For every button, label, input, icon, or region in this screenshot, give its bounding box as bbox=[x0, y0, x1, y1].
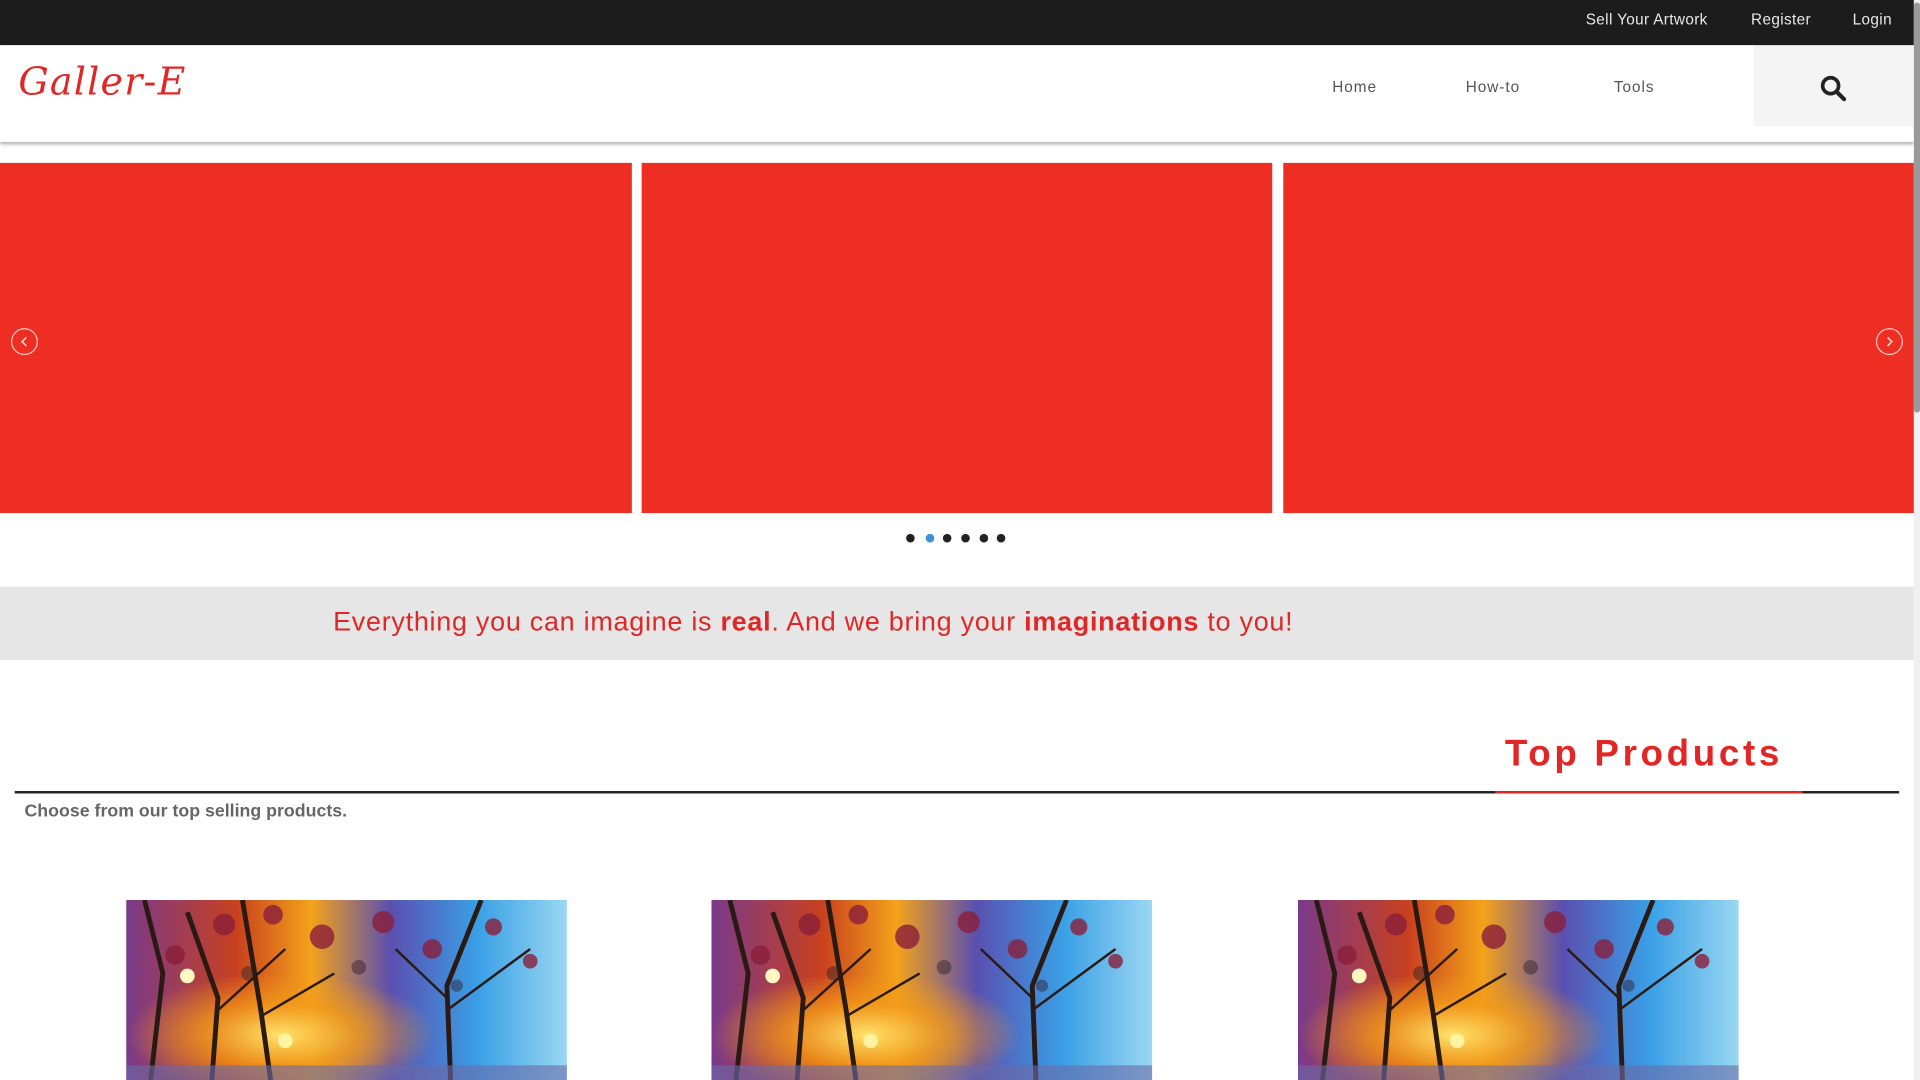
section-divider-accent bbox=[1495, 791, 1803, 794]
carousel-slide[interactable] bbox=[1283, 162, 1914, 514]
header-navbar: Galler-E Home How-to Tools bbox=[1, 45, 1754, 127]
nav-item-tools[interactable]: Tools bbox=[1614, 78, 1655, 95]
search-button[interactable] bbox=[1753, 45, 1914, 127]
nav-item-how-to[interactable]: How-to bbox=[1466, 78, 1520, 95]
top-utility-bar: Sell Your Artwork Register Login bbox=[0, 0, 1914, 46]
sell-your-artwork-link[interactable]: Sell Your Artwork bbox=[1586, 11, 1708, 28]
page-canvas: Sell Your Artwork Register Login Galler-… bbox=[0, 0, 1920, 1080]
tagline-emphasis-imaginations: imaginations bbox=[1024, 606, 1200, 637]
main-header: Galler-E Home How-to Tools bbox=[0, 45, 1914, 143]
tagline-text: Everything you can imagine is real. And … bbox=[333, 606, 1293, 638]
tagline-part: . And we bring your bbox=[771, 606, 1025, 637]
tagline-part: to you! bbox=[1199, 606, 1294, 637]
product-image bbox=[711, 900, 1153, 1080]
chevron-right-icon bbox=[1887, 336, 1893, 347]
product-image bbox=[126, 900, 567, 1080]
tagline-part: Everything you can imagine is bbox=[333, 606, 721, 637]
vertical-scrollbar-thumb[interactable] bbox=[1913, 2, 1920, 413]
carousel-dot[interactable] bbox=[961, 533, 970, 543]
chevron-left-icon bbox=[20, 336, 27, 347]
login-link[interactable]: Login bbox=[1853, 11, 1892, 28]
carousel-next-button[interactable] bbox=[1875, 328, 1903, 356]
carousel-dot-active[interactable] bbox=[925, 533, 935, 543]
carousel-dot[interactable] bbox=[942, 533, 952, 543]
page: Sell Your Artwork Register Login Galler-… bbox=[0, 0, 1920, 1080]
carousel-dot[interactable] bbox=[979, 533, 989, 543]
carousel-slide[interactable] bbox=[641, 162, 1273, 514]
carousel-slide[interactable] bbox=[0, 162, 632, 514]
product-card[interactable] bbox=[126, 900, 567, 1080]
hero-carousel bbox=[0, 162, 1914, 514]
nav-item-home[interactable]: Home bbox=[1332, 78, 1377, 95]
product-card[interactable] bbox=[1297, 900, 1739, 1080]
carousel-dot[interactable] bbox=[906, 533, 915, 543]
carousel-prev-button[interactable] bbox=[11, 328, 38, 356]
site-logo[interactable]: Galler-E bbox=[18, 60, 186, 104]
register-link[interactable]: Register bbox=[1751, 11, 1811, 28]
tagline-banner: Everything you can imagine is real. And … bbox=[0, 586, 1914, 661]
product-card[interactable] bbox=[711, 900, 1153, 1080]
search-icon bbox=[1820, 75, 1847, 102]
section-subtitle: Choose from our top selling products. bbox=[24, 802, 348, 822]
section-title: Top Products bbox=[1504, 733, 1784, 774]
product-image bbox=[1297, 900, 1739, 1080]
carousel-dot[interactable] bbox=[996, 533, 1006, 543]
tagline-emphasis-real: real bbox=[720, 606, 772, 637]
